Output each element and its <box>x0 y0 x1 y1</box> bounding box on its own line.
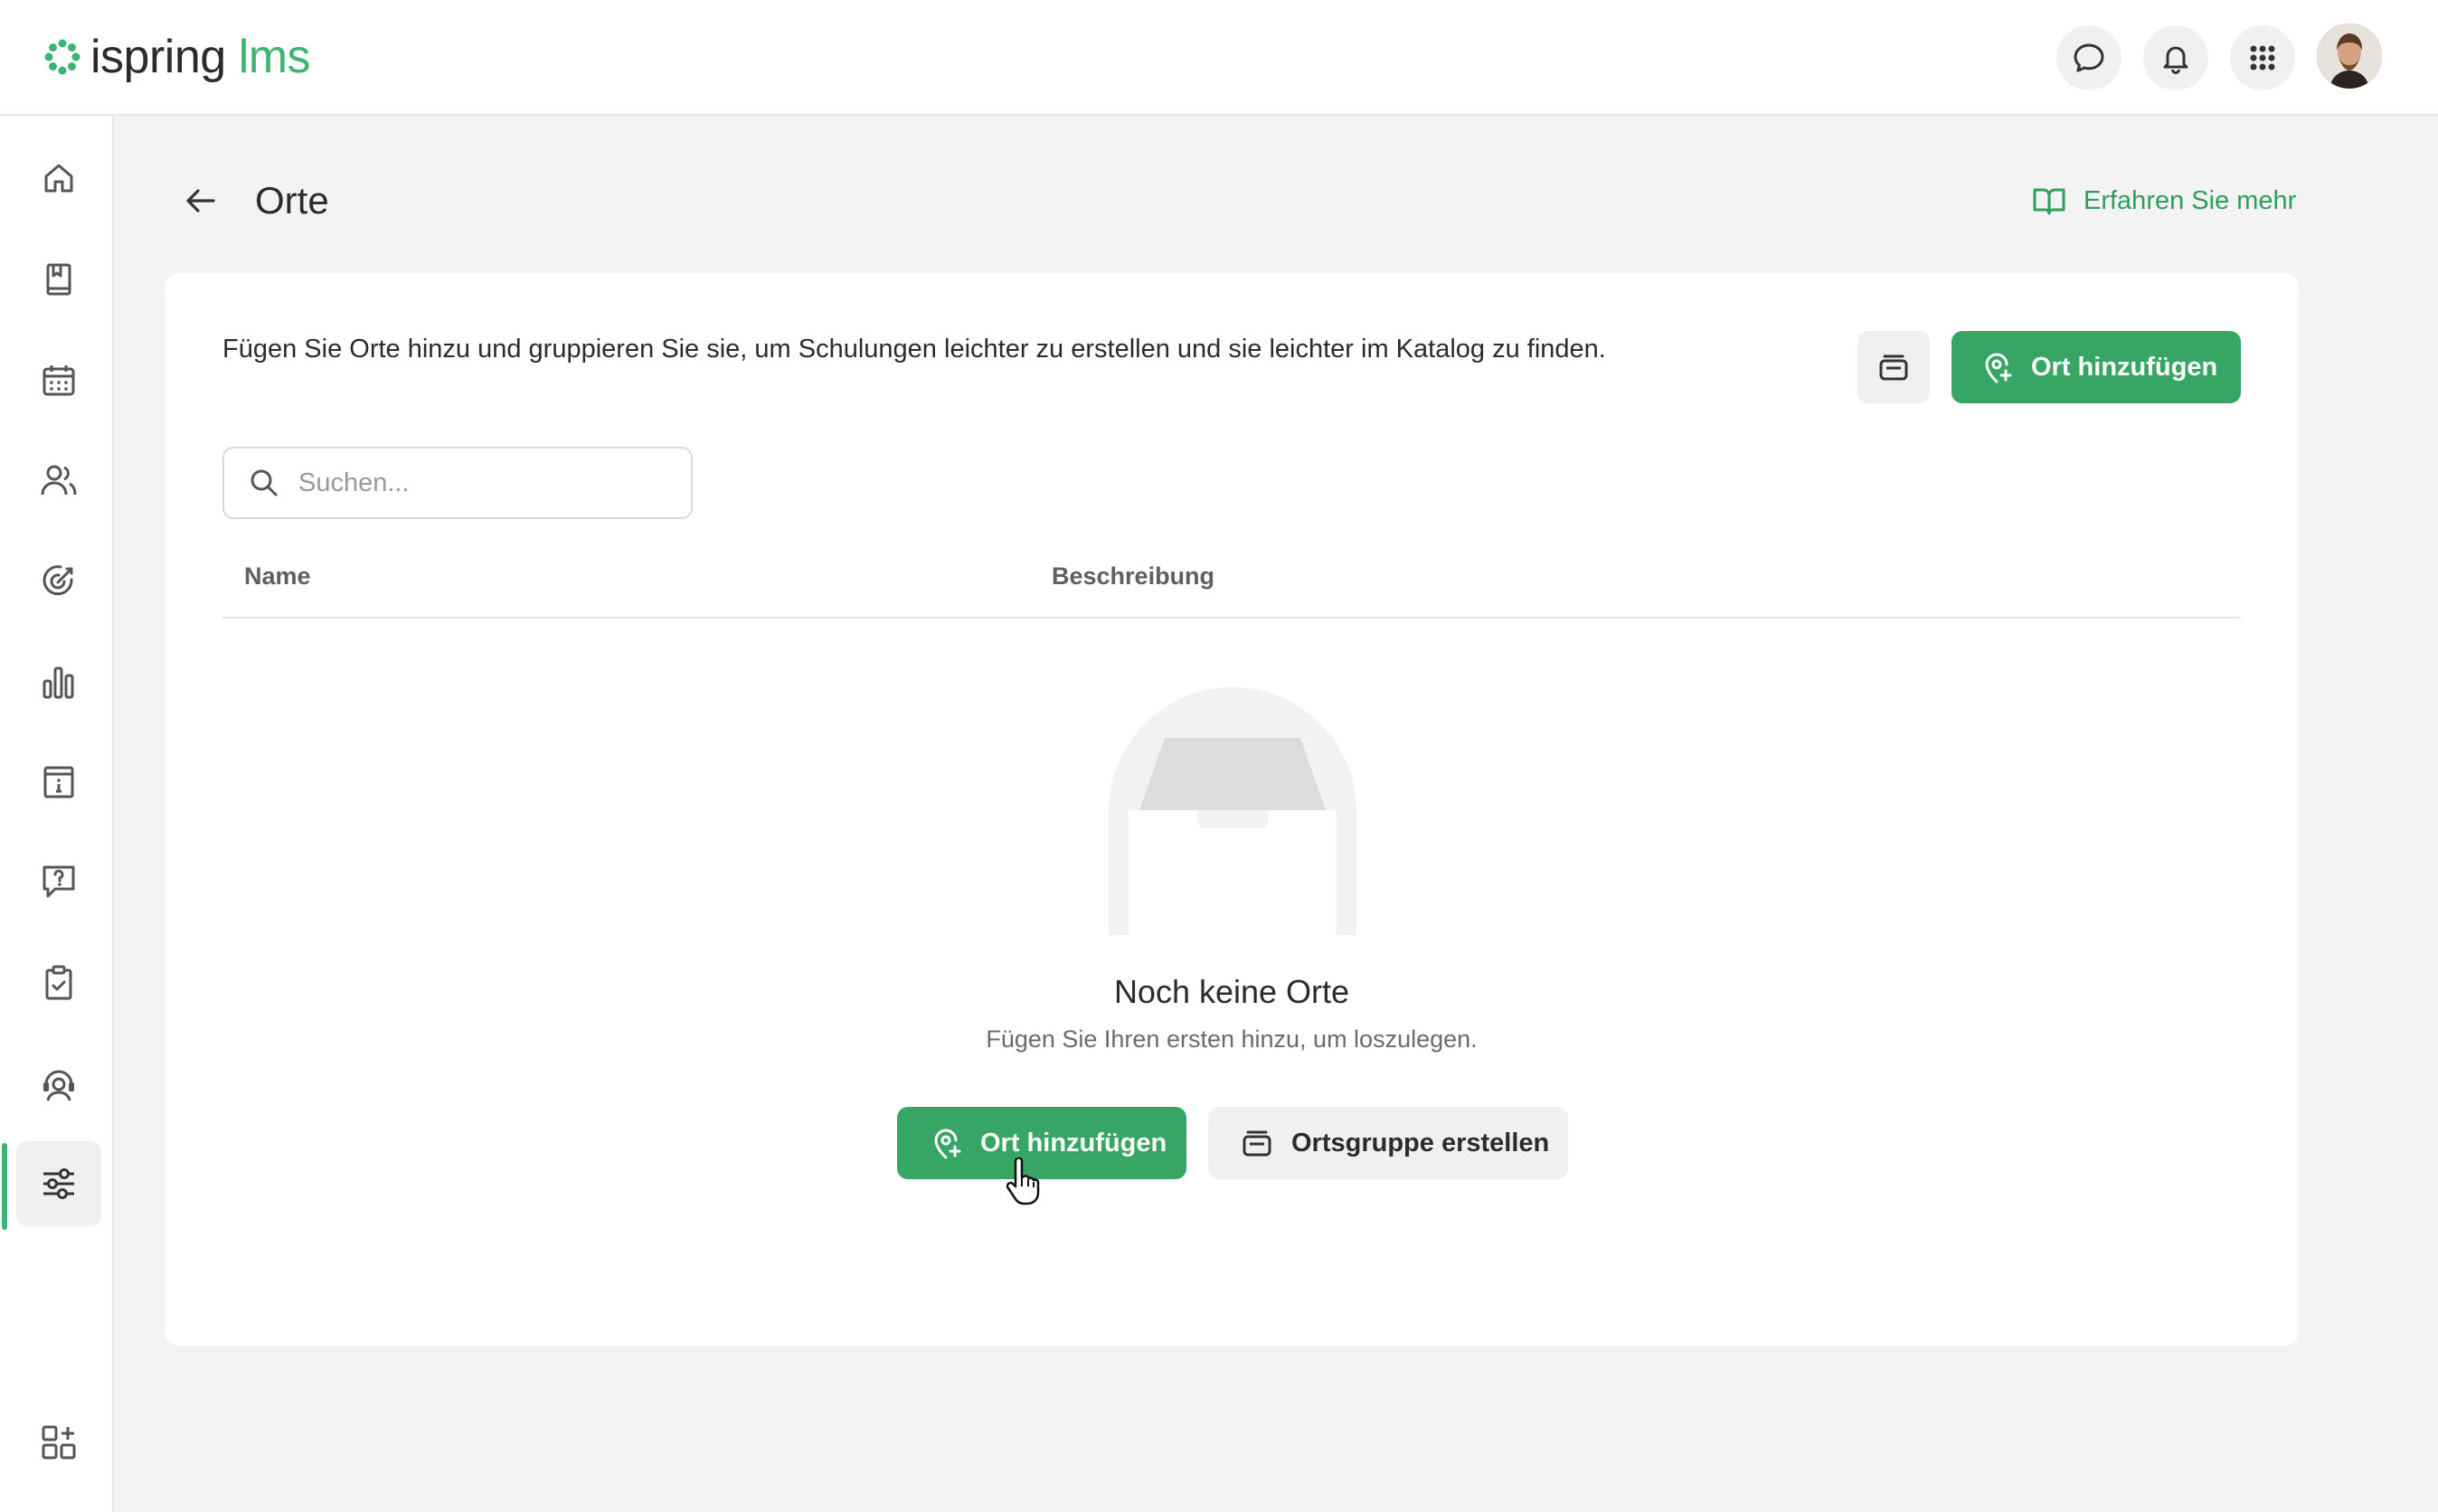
sidebar-item-users[interactable] <box>16 438 101 523</box>
page-title: Orte <box>255 179 329 222</box>
create-location-group-button[interactable]: Ortsgruppe erstellen <box>1208 1107 1568 1179</box>
info-board-icon <box>43 766 74 799</box>
empty-add-location-label: Ort hinzufügen <box>980 1128 1167 1158</box>
empty-add-location-button[interactable]: Ort hinzufügen <box>897 1107 1186 1179</box>
sidebar-item-goals[interactable] <box>16 539 101 624</box>
add-location-button[interactable]: Ort hinzufügen <box>1951 331 2241 403</box>
top-bar: ispring lms <box>0 0 2438 116</box>
bar-chart-icon <box>43 666 74 699</box>
chat-icon <box>2074 43 2104 72</box>
sidebar-active-indicator <box>2 1143 7 1230</box>
add-widget-icon <box>42 1425 76 1460</box>
home-icon <box>44 164 73 193</box>
sidebar-item-settings[interactable] <box>16 1141 101 1226</box>
empty-inbox-illustration <box>1109 687 1356 935</box>
location-add-icon <box>934 1129 961 1159</box>
sidebar-item-add-widget[interactable] <box>16 1400 101 1485</box>
bell-icon <box>2163 46 2188 74</box>
logo-text-suffix: lms <box>238 31 311 83</box>
empty-state-title: Noch keine Orte <box>1113 973 1350 1010</box>
sidebar-item-calendar[interactable] <box>16 338 101 423</box>
group-folder-icon <box>1879 354 1908 381</box>
location-groups-button[interactable] <box>1857 331 1930 403</box>
logo-mark-icon <box>44 39 80 75</box>
apps-button[interactable] <box>2230 25 2295 90</box>
sidebar-item-reports[interactable] <box>16 640 101 725</box>
target-icon <box>43 565 73 596</box>
sidebar-item-info-board[interactable] <box>16 740 101 825</box>
group-folder-icon <box>1243 1130 1271 1157</box>
search-icon <box>250 469 278 496</box>
empty-state-subtitle: Fügen Sie Ihren ersten hinzu, um loszule… <box>986 1025 1478 1053</box>
column-header-name[interactable]: Name <box>244 562 311 591</box>
add-location-label: Ort hinzufügen <box>2031 352 2218 382</box>
apps-grid-icon <box>2250 45 2275 71</box>
support-agent-icon <box>43 1070 74 1101</box>
open-book-icon <box>2033 188 2065 215</box>
table-divider <box>222 617 2241 619</box>
book-icon <box>46 263 71 296</box>
column-header-description[interactable]: Beschreibung <box>1052 562 1214 591</box>
settings-sliders-icon <box>43 1168 74 1199</box>
sidebar <box>0 116 114 1512</box>
sidebar-item-assignments[interactable] <box>16 940 101 1025</box>
learn-more-label: Erfahren Sie mehr <box>2084 185 2297 215</box>
search-input[interactable] <box>297 467 680 499</box>
calendar-icon <box>43 365 75 396</box>
back-button[interactable] <box>177 177 224 224</box>
create-location-group-label: Ortsgruppe erstellen <box>1291 1128 1550 1158</box>
logo[interactable]: ispring lms <box>42 25 311 89</box>
clipboard-check-icon <box>45 965 72 1000</box>
user-avatar-image <box>2317 24 2382 89</box>
users-icon <box>41 465 77 496</box>
chat-button[interactable] <box>2056 25 2121 90</box>
sidebar-item-support[interactable] <box>16 1042 101 1127</box>
sidebar-item-courses[interactable] <box>16 237 101 322</box>
arrow-left-icon <box>186 189 215 213</box>
notifications-button[interactable] <box>2143 25 2208 90</box>
logo-text: ispring <box>90 31 226 83</box>
avatar[interactable] <box>2317 24 2382 89</box>
search-box[interactable] <box>222 447 693 519</box>
learn-more-link[interactable]: Erfahren Sie mehr <box>2031 181 2296 221</box>
location-add-icon <box>1985 353 2012 383</box>
locations-card: Fügen Sie Orte hinzu und gruppieren Sie … <box>165 273 2299 1346</box>
sidebar-item-home[interactable] <box>16 136 101 221</box>
question-chat-icon <box>43 865 75 898</box>
intro-text: Fügen Sie Orte hinzu und gruppieren Sie … <box>222 335 1606 364</box>
hand-cursor-icon <box>1006 1158 1040 1205</box>
sidebar-item-questions[interactable] <box>16 839 101 924</box>
